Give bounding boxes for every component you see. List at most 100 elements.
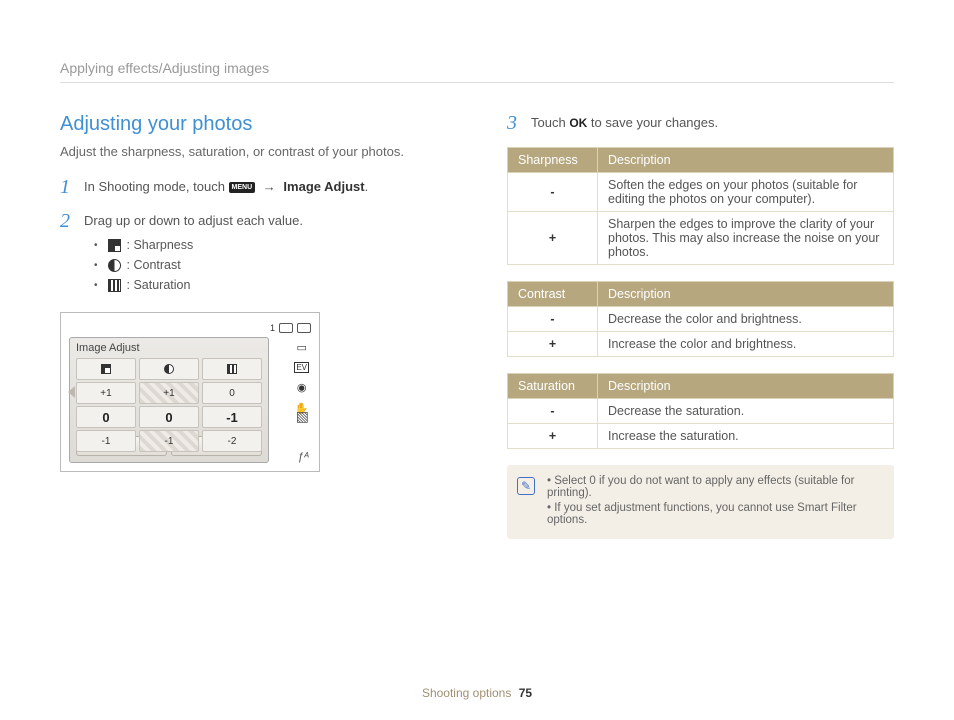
step-1: 1 In Shooting mode, touch MENU → Image A…: [60, 177, 447, 197]
desc-cell: Decrease the color and brightness.: [598, 307, 894, 332]
slider-row: -1 -1 -2: [76, 430, 262, 452]
slider-cell[interactable]: 0: [139, 406, 199, 428]
step-2: 2 Drag up or down to adjust each value. …: [60, 211, 447, 298]
slider-cell[interactable]: -2: [202, 430, 262, 452]
contrast-table: ContrastDescription -Decrease the color …: [507, 281, 894, 357]
note-box: ✎ Select 0 if you do not want to apply a…: [507, 465, 894, 539]
sharpness-icon: [108, 239, 121, 252]
step-number: 2: [60, 211, 74, 298]
desc-cell: Soften the edges on your photos (suitabl…: [598, 173, 894, 212]
table-row: -Soften the edges on your photos (suitab…: [508, 173, 894, 212]
slider-cell[interactable]: +1: [139, 382, 199, 404]
menu-icon: MENU: [229, 182, 256, 193]
list-item: •: Saturation: [94, 278, 447, 292]
lcd-title: Image Adjust: [76, 342, 262, 354]
th: Saturation: [508, 374, 598, 399]
page-number: 75: [519, 686, 532, 700]
adjust-options-list: •: Sharpness •: Contrast •: Saturation: [84, 238, 447, 292]
key-cell: +: [508, 424, 598, 449]
slider-cell[interactable]: +1: [76, 382, 136, 404]
step-text: to save your changes.: [587, 115, 718, 130]
page-title: Adjusting your photos: [60, 113, 447, 136]
step-text: Drag up or down to adjust each value.: [84, 213, 303, 228]
note-list: Select 0 if you do not want to apply any…: [547, 475, 882, 526]
arrow-icon: →: [263, 179, 276, 194]
slider-cell[interactable]: 0: [202, 382, 262, 404]
timer-icon: ◉: [297, 381, 307, 394]
ev-icon: EV: [294, 362, 309, 373]
left-column: Adjusting your photos Adjust the sharpne…: [60, 113, 447, 539]
step-body: Touch OK to save your changes.: [531, 113, 894, 133]
slider-row-selected: 0 0 -1: [76, 406, 262, 428]
period: .: [365, 179, 369, 194]
table-row: +Increase the saturation.: [508, 424, 894, 449]
right-column: 3 Touch OK to save your changes. Sharpne…: [507, 113, 894, 539]
side-icon-stack: ▭ EV ◉ ✋: [294, 341, 309, 415]
key-cell: -: [508, 173, 598, 212]
desc-cell: Increase the saturation.: [598, 424, 894, 449]
desc-cell: Decrease the saturation.: [598, 399, 894, 424]
footer-section: Shooting options: [422, 686, 511, 700]
step-body: Drag up or down to adjust each value. •:…: [84, 211, 447, 298]
key-cell: -: [508, 307, 598, 332]
list-item: •: Contrast: [94, 258, 447, 272]
step-number: 3: [507, 113, 521, 133]
table-row: -Decrease the saturation.: [508, 399, 894, 424]
slider-cell[interactable]: -1: [202, 406, 262, 428]
contrast-icon: [108, 259, 121, 272]
battery-icon: [279, 323, 293, 333]
photo-icon: ▧: [296, 408, 309, 425]
shots-counter: 1: [270, 323, 275, 333]
desc-cell: Increase the color and brightness.: [598, 332, 894, 357]
th: Description: [598, 374, 894, 399]
note-icon: ✎: [517, 477, 535, 495]
storage-icon: [297, 323, 311, 333]
status-bar: 1: [69, 323, 311, 333]
breadcrumb: Applying effects/Adjusting images: [60, 60, 894, 83]
camera-screenshot: 1 Image Adjust +1 +1 0: [60, 312, 320, 472]
image-adjust-label: Image Adjust: [283, 179, 364, 194]
th: Description: [598, 282, 894, 307]
table-row: +Increase the color and brightness.: [508, 332, 894, 357]
slider-cell[interactable]: 0: [76, 406, 136, 428]
lcd-panel: Image Adjust +1 +1 0 0 0: [69, 337, 269, 463]
key-cell: -: [508, 399, 598, 424]
key-cell: +: [508, 332, 598, 357]
th: Description: [598, 148, 894, 173]
slider-area: +1 +1 0 0 0 -1 -1 -1 -2: [76, 358, 262, 432]
content-columns: Adjusting your photos Adjust the sharpne…: [60, 113, 894, 539]
step-text: Touch: [531, 115, 569, 130]
saturation-table: SaturationDescription -Decrease the satu…: [507, 373, 894, 449]
flash-icon: ƒᴬ: [297, 451, 309, 463]
desc-cell: Sharpen the edges to improve the clarity…: [598, 212, 894, 265]
chevron-left-icon: [68, 386, 75, 398]
contrast-header: [139, 358, 199, 380]
header-row: [76, 358, 262, 380]
label: : Contrast: [127, 258, 181, 272]
size-icon: ▭: [296, 341, 306, 354]
label: : Sharpness: [127, 238, 194, 252]
subtitle: Adjust the sharpness, saturation, or con…: [60, 144, 447, 159]
th: Contrast: [508, 282, 598, 307]
slider-cell[interactable]: -1: [139, 430, 199, 452]
page-footer: Shooting options 75: [0, 686, 954, 700]
saturation-header: [202, 358, 262, 380]
th: Sharpness: [508, 148, 598, 173]
sharpness-table: SharpnessDescription -Soften the edges o…: [507, 147, 894, 265]
step-text: In Shooting mode, touch: [84, 179, 229, 194]
sharpness-header: [76, 358, 136, 380]
table-row: +Sharpen the edges to improve the clarit…: [508, 212, 894, 265]
key-cell: +: [508, 212, 598, 265]
table-row: -Decrease the color and brightness.: [508, 307, 894, 332]
step-3: 3 Touch OK to save your changes.: [507, 113, 894, 133]
list-item: •: Sharpness: [94, 238, 447, 252]
step-number: 1: [60, 177, 74, 197]
note-item: If you set adjustment functions, you can…: [547, 502, 882, 526]
step-body: In Shooting mode, touch MENU → Image Adj…: [84, 177, 447, 197]
slider-cell[interactable]: -1: [76, 430, 136, 452]
note-item: Select 0 if you do not want to apply any…: [547, 475, 882, 499]
saturation-icon: [108, 279, 121, 292]
label: : Saturation: [127, 278, 191, 292]
ok-inline-icon: OK: [569, 116, 587, 130]
slider-row: +1 +1 0: [76, 382, 262, 404]
